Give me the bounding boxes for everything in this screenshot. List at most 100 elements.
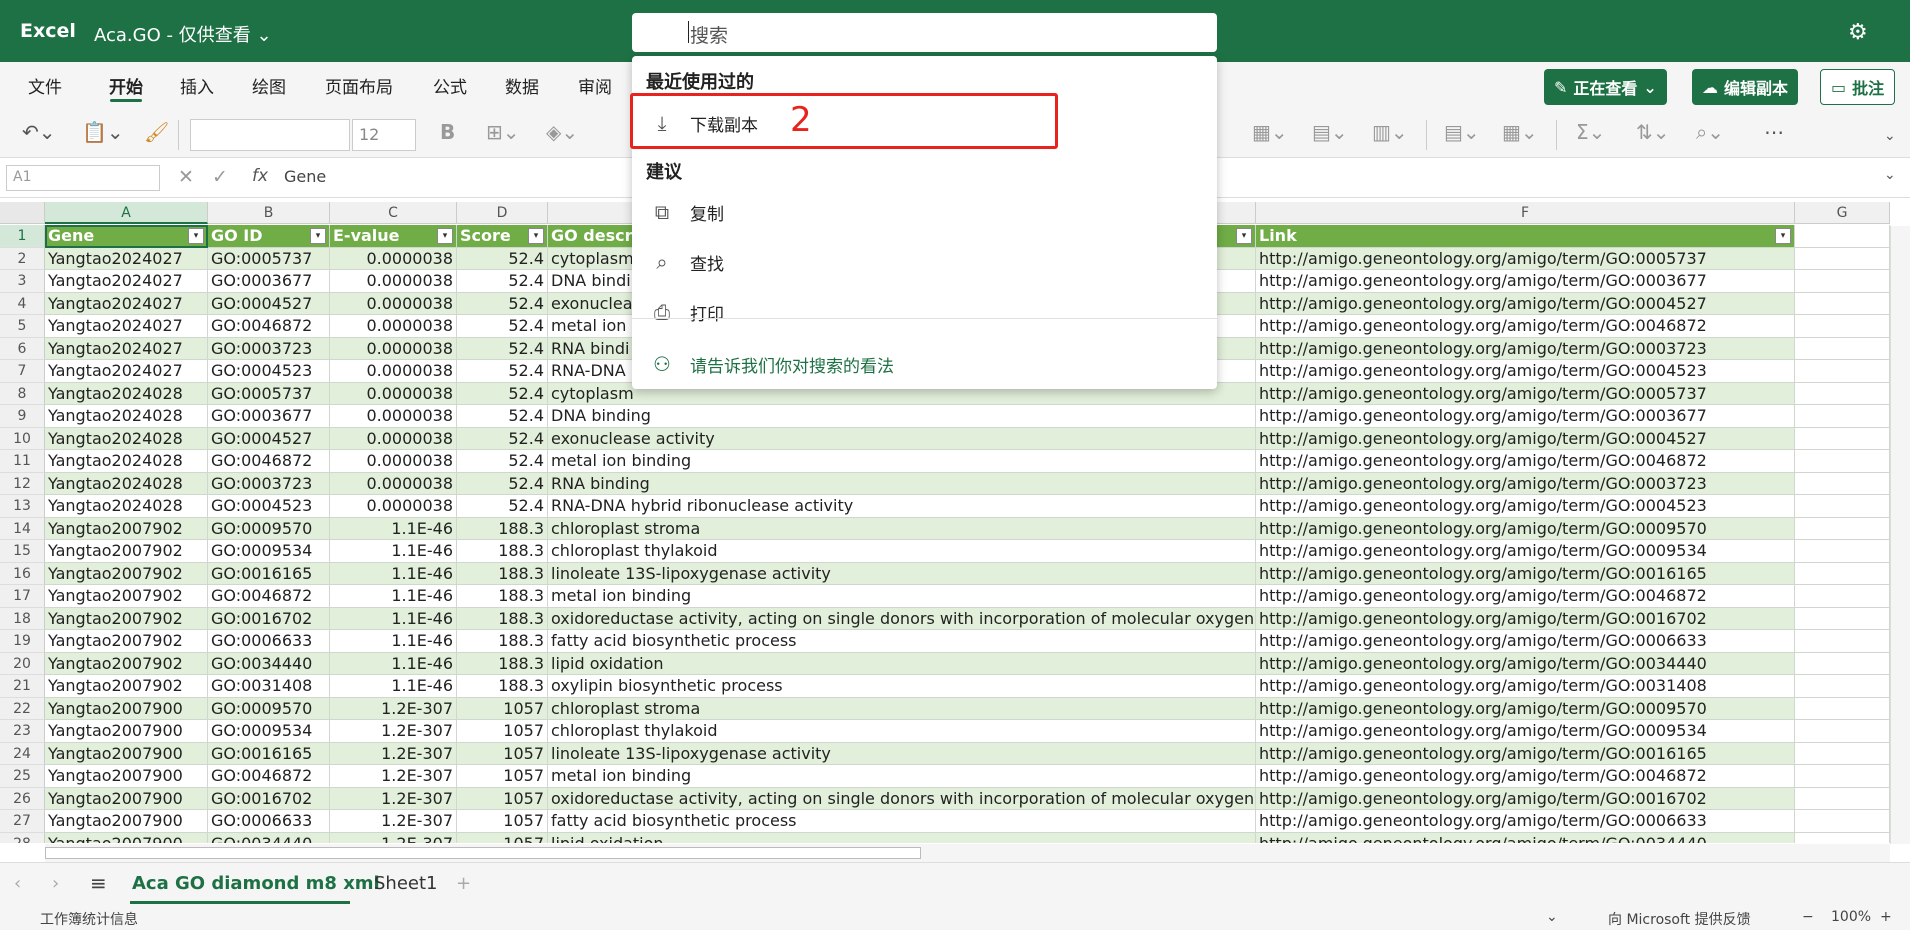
font-name-select[interactable] [190, 119, 350, 151]
blank-cell[interactable] [1795, 675, 1890, 698]
blank-cell[interactable] [1795, 427, 1890, 450]
blank-cell[interactable] [1795, 247, 1890, 270]
table-cell[interactable]: 1.2E-307 [330, 697, 457, 720]
table-cell[interactable]: http://amigo.geneontology.org/amigo/term… [1256, 787, 1795, 810]
table-cell[interactable]: 52.4 [457, 292, 548, 315]
table-cell[interactable]: 0.0000038 [330, 315, 457, 338]
column-header-d[interactable]: D [457, 202, 548, 224]
row-header[interactable]: 13 [0, 495, 45, 518]
column-header-c[interactable]: C [330, 202, 457, 224]
row-header[interactable]: 20 [0, 652, 45, 675]
table-cell[interactable]: GO:0046872 [208, 765, 330, 788]
table-cell[interactable]: http://amigo.geneontology.org/amigo/term… [1256, 292, 1795, 315]
table-cell[interactable]: Yangtao2024028 [45, 405, 208, 428]
table-cell[interactable]: GO:0003723 [208, 337, 330, 360]
table-cell[interactable]: metal ion binding [548, 765, 1256, 788]
table-cell[interactable]: chloroplast stroma [548, 697, 1256, 720]
table-cell[interactable]: http://amigo.geneontology.org/amigo/term… [1256, 652, 1795, 675]
table-cell[interactable]: RNA-DNA hybrid ribonuclease activity [548, 495, 1256, 518]
table-cell[interactable]: 52.4 [457, 247, 548, 270]
table-cell[interactable]: 0.0000038 [330, 360, 457, 383]
row-header[interactable]: 2 [0, 247, 45, 270]
zoom-in-icon[interactable]: + [1880, 909, 1892, 925]
table-cell[interactable]: 52.4 [457, 315, 548, 338]
all-sheets-icon[interactable]: ≡ [90, 871, 107, 895]
table-cell[interactable]: chloroplast thylakoid [548, 540, 1256, 563]
table-cell[interactable]: 52.4 [457, 450, 548, 473]
row-header[interactable]: 27 [0, 810, 45, 833]
table-cell[interactable]: 1.1E-46 [330, 540, 457, 563]
column-header-a[interactable]: A [45, 202, 208, 224]
table-cell[interactable]: Yangtao2007902 [45, 652, 208, 675]
row-header[interactable]: 8 [0, 382, 45, 405]
comment-button[interactable]: ▭ 批注 [1820, 69, 1896, 105]
table-cell[interactable]: GO:0009534 [208, 540, 330, 563]
row-header[interactable]: 18 [0, 607, 45, 630]
table-cell[interactable]: 1.1E-46 [330, 585, 457, 608]
table-cell[interactable]: GO:0003677 [208, 405, 330, 428]
sheet-tab-active[interactable]: Aca GO diamond m8 xml [132, 873, 380, 894]
table-cell[interactable]: Yangtao2007900 [45, 697, 208, 720]
horizontal-scrollbar[interactable] [45, 844, 1890, 862]
search-box[interactable]: 搜索 [632, 13, 1217, 52]
format-painter-icon[interactable]: 🖌 [144, 120, 169, 144]
table-cell[interactable]: GO:0003723 [208, 472, 330, 495]
table-cell[interactable]: GO:0005737 [208, 382, 330, 405]
table-cell[interactable]: oxidoreductase activity, acting on singl… [548, 787, 1256, 810]
table-cell[interactable]: GO:0003677 [208, 270, 330, 293]
table-cell[interactable]: metal ion binding [548, 450, 1256, 473]
table-cell[interactable]: 0.0000038 [330, 382, 457, 405]
table-cell[interactable]: fatty acid biosynthetic process [548, 810, 1256, 833]
table-cell[interactable]: 1057 [457, 697, 548, 720]
table-cell[interactable]: fatty acid biosynthetic process [548, 630, 1256, 653]
filter-dropdown-icon[interactable]: ▾ [1236, 228, 1252, 244]
table-cell[interactable]: Yangtao2024028 [45, 427, 208, 450]
sort-filter-icon[interactable]: ⇅⌄ [1636, 120, 1670, 144]
table-header-cell[interactable]: Link [1256, 225, 1795, 248]
table-cell[interactable]: 1057 [457, 720, 548, 743]
table-cell[interactable]: Yangtao2007902 [45, 562, 208, 585]
table-cell[interactable]: http://amigo.geneontology.org/amigo/term… [1256, 630, 1795, 653]
table-cell[interactable]: http://amigo.geneontology.org/amigo/term… [1256, 360, 1795, 383]
blank-cell[interactable] [1795, 495, 1890, 518]
blank-cell[interactable] [1795, 315, 1890, 338]
filter-dropdown-icon[interactable]: ▾ [188, 228, 204, 244]
table-cell[interactable]: lipid oxidation [548, 652, 1256, 675]
table-cell[interactable]: Yangtao2024027 [45, 270, 208, 293]
table-cell[interactable]: 1.1E-46 [330, 562, 457, 585]
insert-cells-icon[interactable]: ▦⌄ [1252, 120, 1288, 144]
table-cell[interactable]: Yangtao2007902 [45, 675, 208, 698]
tab-data[interactable]: 数据 [505, 73, 539, 98]
table-cell[interactable]: GO:0006633 [208, 810, 330, 833]
row-header[interactable]: 28 [0, 832, 45, 843]
table-cell[interactable]: GO:0016165 [208, 562, 330, 585]
insert-icon[interactable]: ▤⌄ [1444, 120, 1480, 144]
tab-page-layout[interactable]: 页面布局 [325, 73, 393, 98]
table-cell[interactable]: Yangtao2007902 [45, 630, 208, 653]
row-header[interactable]: 17 [0, 585, 45, 608]
table-cell[interactable]: 52.4 [457, 472, 548, 495]
filter-dropdown-icon[interactable]: ▾ [528, 228, 544, 244]
blank-cell[interactable] [1795, 810, 1890, 833]
row-header[interactable]: 3 [0, 270, 45, 293]
table-cell[interactable]: 0.0000038 [330, 472, 457, 495]
blank-cell[interactable] [1795, 292, 1890, 315]
table-cell[interactable]: GO:0016702 [208, 607, 330, 630]
tab-draw[interactable]: 绘图 [252, 73, 286, 98]
table-cell[interactable]: 52.4 [457, 360, 548, 383]
blank-cell[interactable] [1795, 405, 1890, 428]
table-cell[interactable]: 0.0000038 [330, 292, 457, 315]
table-cell[interactable]: Yangtao2007900 [45, 832, 208, 843]
table-cell[interactable]: 188.3 [457, 675, 548, 698]
blank-cell[interactable] [1795, 382, 1890, 405]
table-cell[interactable]: Yangtao2024028 [45, 472, 208, 495]
row-header[interactable]: 10 [0, 427, 45, 450]
table-cell[interactable]: 1.2E-307 [330, 787, 457, 810]
table-cell[interactable]: 1057 [457, 810, 548, 833]
gear-icon[interactable]: ⚙ [1848, 20, 1868, 45]
table-cell[interactable]: 1.2E-307 [330, 720, 457, 743]
search-feedback-link[interactable]: ⚇ 请告诉我们你对搜索的看法 [646, 342, 1201, 386]
table-cell[interactable]: GO:0046872 [208, 450, 330, 473]
row-header[interactable]: 19 [0, 630, 45, 653]
blank-cell[interactable] [1795, 517, 1890, 540]
